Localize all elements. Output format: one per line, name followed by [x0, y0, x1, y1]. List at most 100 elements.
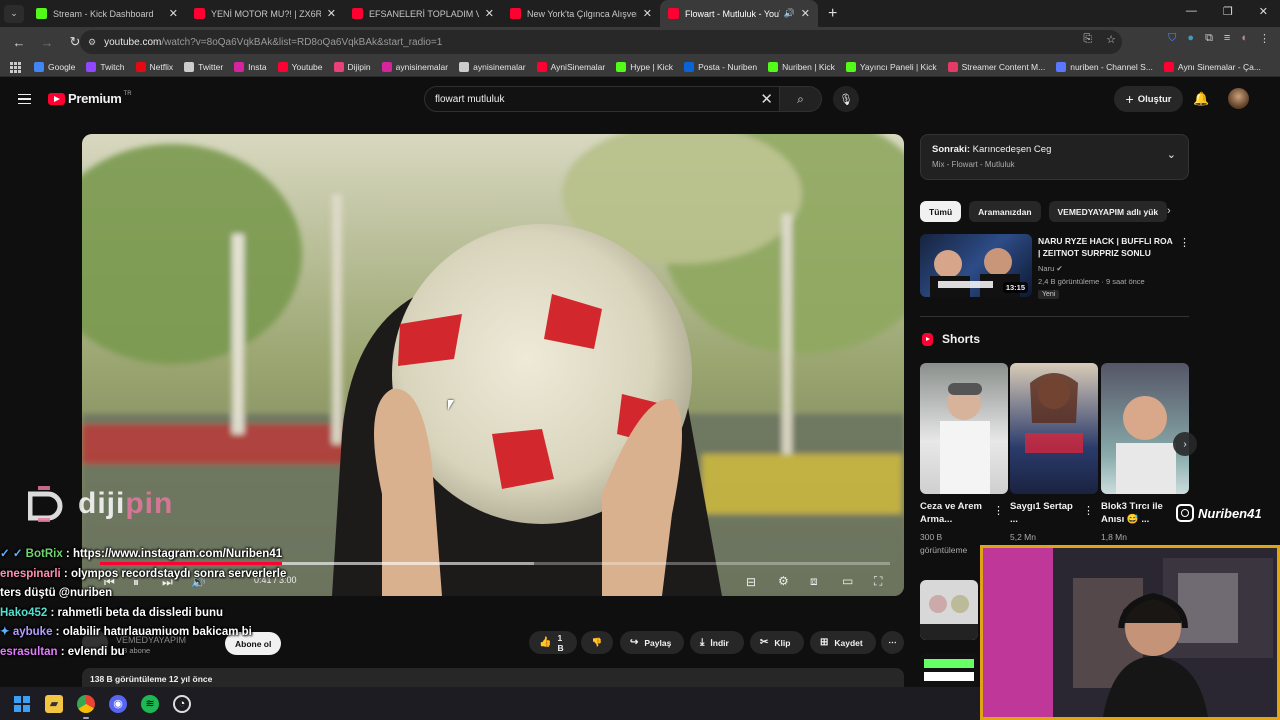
url-bar[interactable]: ⚙ youtube.com/watch?v=8oQa6VqkBAk&list=R… — [80, 30, 1122, 54]
filter-chip[interactable]: Aramanızdan — [969, 201, 1041, 222]
bookmark-item[interactable]: Nuriben | Kick — [768, 61, 835, 72]
browser-menu-icon[interactable]: ⋮ — [1259, 32, 1270, 45]
bookmark-item[interactable]: Hype | Kick — [616, 61, 674, 72]
windows-start-icon[interactable] — [13, 695, 31, 713]
download-button[interactable]: ⤓ İndir — [690, 631, 744, 654]
avatar[interactable] — [1228, 88, 1249, 109]
bookmark-item[interactable]: Aynı Sinemalar - Ça... — [1163, 61, 1261, 72]
chevron-down-icon[interactable]: ⌄ — [1167, 148, 1176, 161]
bookmark-item[interactable]: Youtube — [277, 61, 323, 72]
forward-icon[interactable]: → — [38, 35, 56, 50]
clip-button[interactable]: ✂ Klip — [750, 631, 804, 654]
create-button[interactable]: + Oluştur — [1114, 86, 1183, 112]
up-next-panel[interactable]: Sonraki: Karıncedeşen Ceg Mix - Flowart … — [920, 134, 1189, 180]
search-input[interactable]: flowart mutluluk ✕ — [424, 86, 780, 112]
miniplayer-icon[interactable]: ⧈ — [810, 574, 818, 589]
short-title-2[interactable]: Saygı1 Sertap ... — [1010, 500, 1080, 526]
share-button[interactable]: ↪ Paylaş — [620, 631, 684, 654]
fullscreen-icon[interactable]: ⛶ — [874, 574, 882, 589]
bookmark-star-icon[interactable]: ☆ — [1106, 33, 1116, 46]
maximize-icon[interactable]: ❐ — [1223, 5, 1233, 18]
menu-icon[interactable] — [18, 94, 31, 104]
dijipin-watermark: dijipin — [28, 486, 173, 522]
bookmark-item[interactable]: Twitter — [184, 61, 223, 72]
settings-icon[interactable]: ⚙ — [778, 574, 789, 588]
more-thumbnail-2[interactable] — [920, 653, 978, 687]
tab-search-button[interactable]: ⌄ — [4, 4, 24, 23]
bookmark-item[interactable]: AyniSinemalar — [536, 61, 605, 72]
short-thumbnail-3[interactable] — [1101, 363, 1189, 494]
bookmark-item[interactable]: Insta — [234, 61, 267, 72]
file-explorer-icon[interactable]: ▰ — [45, 694, 63, 713]
short-title-3[interactable]: Blok3 Tırcı ile Anısı 😅 ... — [1101, 500, 1171, 526]
minimize-icon[interactable]: — — [1186, 5, 1197, 18]
theater-mode-icon[interactable]: ▭ — [842, 574, 853, 588]
notifications-icon[interactable]: 🔔 — [1193, 91, 1209, 107]
chrome-icon[interactable] — [77, 694, 95, 719]
filter-chip[interactable]: VEMEDYAYAPIM adlı yük — [1048, 201, 1168, 222]
bookmark-item[interactable]: aynisinemalar — [459, 61, 526, 72]
browser-tab[interactable]: EFSANELERİ TOPLADIM VE DEN ✕ — [344, 0, 502, 27]
youtube-logo[interactable]: Premium TR — [48, 91, 132, 106]
tab-close-icon[interactable]: ✕ — [801, 7, 810, 20]
profile-icon[interactable]: ◐ — [1241, 32, 1248, 45]
short-more-icon-1[interactable]: ⋮ — [993, 504, 1004, 517]
more-actions-button[interactable]: ⋯ — [881, 631, 904, 654]
short-thumbnail-1[interactable] — [920, 363, 1008, 494]
filter-chip[interactable]: Tümü — [920, 201, 962, 222]
site-info-icon[interactable]: ⚙ — [88, 37, 96, 48]
dislike-button[interactable]: 👎 — [581, 631, 613, 654]
media-control-icon[interactable]: ≡ — [1224, 32, 1230, 45]
shorts-next-icon[interactable]: › — [1173, 432, 1197, 456]
bookmark-label: Netflix — [149, 61, 174, 72]
browser-tab[interactable]: YENİ MOTOR MU?! | ZX6R İLK ✕ — [186, 0, 344, 27]
bookmarks-bar: Google Twitch Netflix Twitter Insta Youtube Di… — [0, 57, 1280, 77]
description-box[interactable]: 138 B görüntüleme 12 yıl önce — [82, 668, 904, 688]
discord-icon[interactable]: ◉ — [109, 694, 127, 713]
shield-extension-icon[interactable]: ⛉ — [1168, 32, 1176, 45]
speaker-icon[interactable]: 🔊 — [784, 8, 795, 19]
tab-close-icon[interactable]: ✕ — [169, 7, 178, 20]
bookmark-label: Hype | Kick — [630, 61, 674, 72]
clear-search-icon[interactable]: ✕ — [760, 90, 773, 108]
apps-grid-icon[interactable] — [10, 61, 21, 73]
back-icon[interactable]: ← — [10, 35, 28, 50]
spotify-icon[interactable]: ≋ — [141, 694, 159, 713]
bookmark-item[interactable]: aynisinemalar — [381, 61, 448, 72]
recommended-thumbnail[interactable]: 13:15 — [920, 234, 1032, 297]
extension-icon[interactable]: ● — [1187, 32, 1194, 45]
close-window-icon[interactable]: ✕ — [1259, 5, 1268, 18]
search-button[interactable]: ⌕ — [780, 86, 822, 112]
more-thumbnail-1[interactable] — [920, 580, 978, 640]
bookmark-item[interactable]: Twitch — [86, 61, 125, 72]
video-player[interactable] — [82, 134, 904, 596]
browser-tab[interactable]: New York'ta Çılgınca Alışveriş Y ✕ — [502, 0, 660, 27]
recommended-video[interactable]: 13:15 NARU RYZE HACK | BUFFLI ROA | ZEIT… — [920, 234, 1190, 299]
short-title-1[interactable]: Ceza ve Arem Arma... — [920, 500, 990, 526]
puzzle-icon[interactable]: ⧉ — [1205, 32, 1213, 45]
bookmark-item[interactable]: Posta - Nuriben — [684, 61, 757, 72]
install-icon[interactable]: ⎘ — [1083, 33, 1092, 46]
bookmark-item[interactable]: nuriben - Channel S... — [1056, 61, 1153, 72]
more-icon: ⋯ — [888, 637, 897, 647]
bookmark-item[interactable]: Google — [34, 61, 75, 72]
bookmark-item[interactable]: Dijipin — [333, 61, 371, 72]
like-button[interactable]: 👍 1 B — [529, 631, 577, 654]
save-button[interactable]: ⊞ Kaydet — [810, 631, 876, 654]
subtitles-icon[interactable]: ⊟ — [746, 575, 756, 589]
bookmark-item[interactable]: Streamer Content M... — [947, 61, 1045, 72]
short-more-icon-2[interactable]: ⋮ — [1083, 504, 1094, 517]
browser-tab[interactable]: Stream - Kick Dashboard ✕ — [28, 0, 186, 27]
short-thumbnail-2[interactable] — [1010, 363, 1098, 494]
voice-search-button[interactable]: 🎙 — [833, 86, 859, 112]
new-tab-button[interactable]: + — [828, 5, 837, 23]
tab-close-icon[interactable]: ✕ — [643, 7, 652, 20]
chevron-right-icon[interactable]: › — [1167, 205, 1171, 217]
bookmark-item[interactable]: Netflix — [135, 61, 174, 72]
tab-close-icon[interactable]: ✕ — [327, 7, 336, 20]
obs-icon[interactable]: ◔ — [173, 694, 191, 713]
tab-close-icon[interactable]: ✕ — [485, 7, 494, 20]
browser-tab[interactable]: Flowart - Mutluluk - YouTub 🔊 ✕ — [660, 0, 818, 27]
more-options-icon[interactable]: ⋮ — [1179, 236, 1190, 249]
bookmark-item[interactable]: Yayıncı Paneli | Kick — [845, 61, 937, 72]
